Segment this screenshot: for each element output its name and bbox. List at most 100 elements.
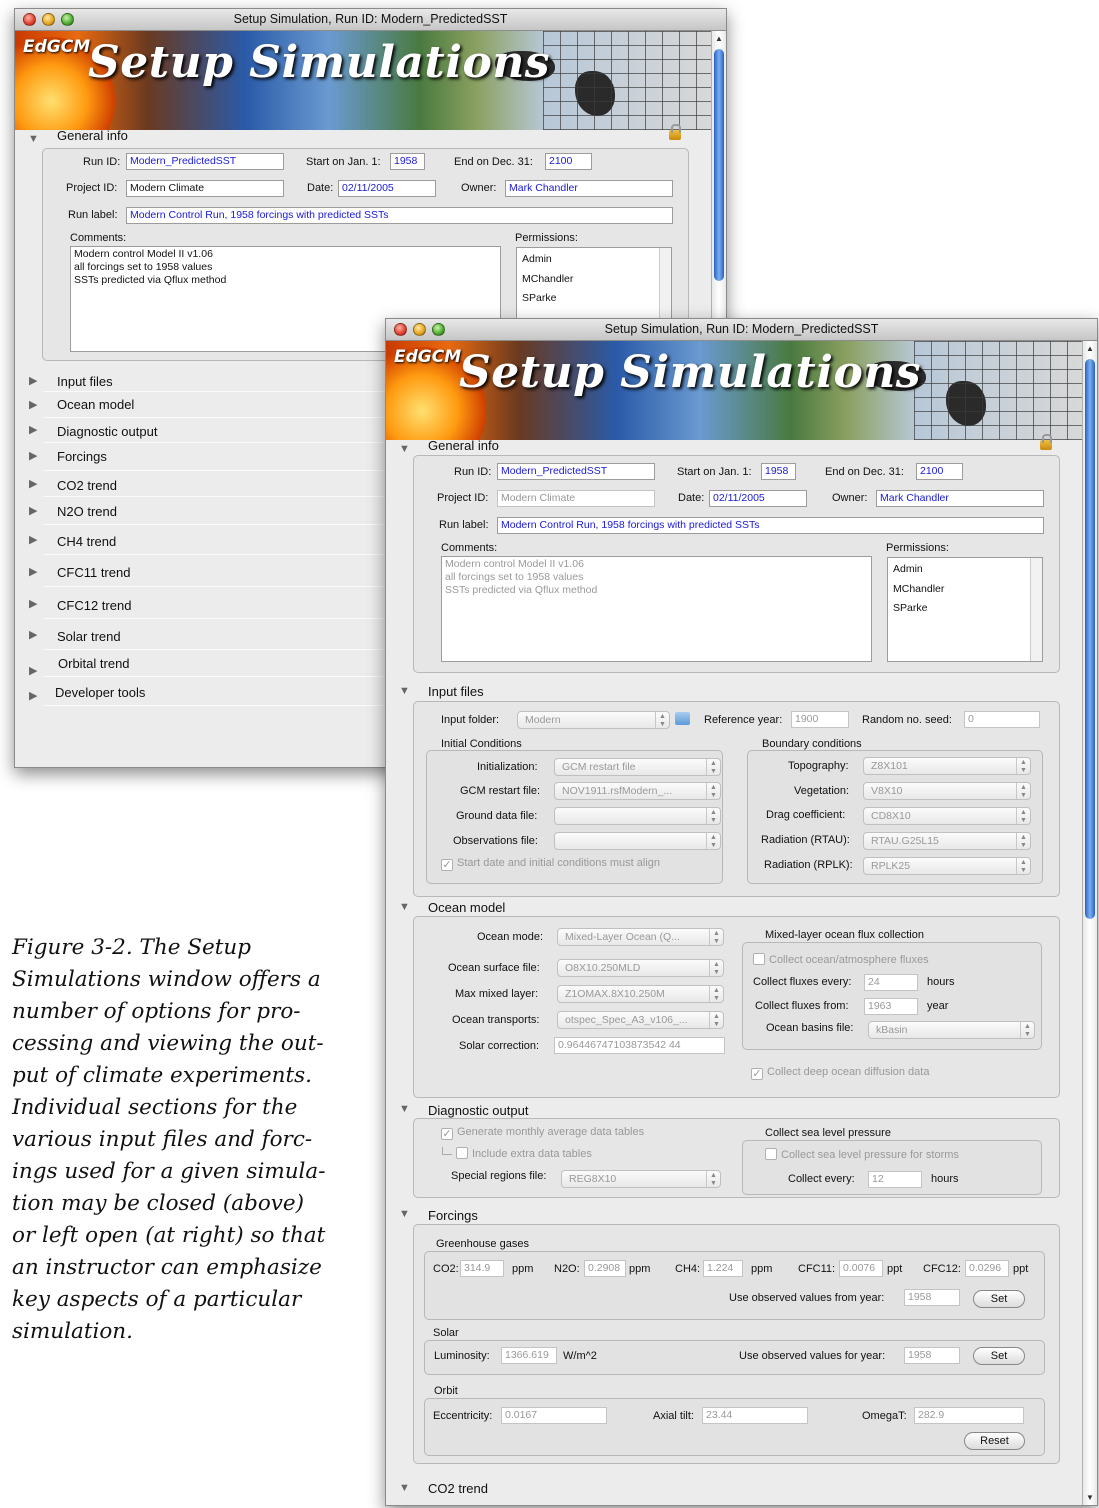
disclosure-open-icon[interactable]: ▼ [399, 901, 410, 913]
initialization-select[interactable]: GCM restart file ▲ ▼ [554, 758, 721, 776]
disclosure-open-icon[interactable]: ▼ [399, 1103, 410, 1115]
input-folder-select[interactable]: Modern ▲ ▼ [517, 711, 670, 729]
reference-year-field[interactable]: 1900 [791, 711, 849, 728]
lock-icon[interactable] [669, 124, 681, 140]
owner-field[interactable]: Mark Chandler [876, 490, 1044, 507]
lock-icon[interactable] [1040, 434, 1052, 450]
solar-correction-field[interactable]: 0.96446747103873542 44 [554, 1037, 725, 1054]
end-year-field[interactable]: 2100 [916, 463, 963, 480]
scroll-up-icon[interactable]: ▲ [715, 34, 723, 43]
disclosure-closed-icon[interactable]: ▶ [29, 628, 37, 641]
ocean-mode-select[interactable]: Mixed-Layer Ocean (Q... ▲ ▼ [557, 928, 724, 946]
vegetation-select[interactable]: V8X10 ▲ ▼ [863, 782, 1031, 800]
rplk-select[interactable]: RPLK25 ▲ ▼ [863, 857, 1031, 875]
disclosure-closed-icon[interactable]: ▶ [29, 398, 37, 411]
zoom-button[interactable] [432, 323, 445, 336]
start-year-field[interactable]: 1958 [761, 463, 796, 480]
section-general-info[interactable]: General info [428, 438, 499, 453]
section-diagnostic-output[interactable]: Diagnostic output [428, 1103, 528, 1118]
ocean-transports-select[interactable]: otspec_Spec_A3_v106_... ▲ ▼ [557, 1011, 724, 1029]
solar-observed-year-field[interactable]: 1958 [904, 1347, 960, 1364]
close-button[interactable] [23, 13, 36, 26]
deep-ocean-checkbox[interactable]: ✓ Collect deep ocean diffusion data [751, 1066, 929, 1080]
run-id-field[interactable]: Modern_PredictedSST [497, 463, 655, 480]
disclosure-closed-icon[interactable]: ▶ [29, 664, 37, 677]
special-regions-select[interactable]: REG8X10 ▲ ▼ [561, 1170, 721, 1188]
section-orbital-trend[interactable]: Orbital trend [58, 656, 130, 671]
run-id-field[interactable]: Modern_PredictedSST [126, 153, 284, 170]
scroll-thumb[interactable] [714, 49, 724, 281]
end-year-field[interactable]: 2100 [545, 153, 592, 170]
minimize-button[interactable] [42, 13, 55, 26]
ghg-set-button[interactable]: Set [973, 1290, 1025, 1308]
disclosure-closed-icon[interactable]: ▶ [29, 533, 37, 546]
title-bar[interactable]: Setup Simulation, Run ID: Modern_Predict… [15, 9, 726, 31]
ground-data-select[interactable]: ▲ ▼ [554, 807, 721, 825]
reset-button[interactable]: Reset [964, 1432, 1025, 1450]
vertical-scrollbar[interactable]: ▲ ▼ [1082, 341, 1097, 1505]
disclosure-closed-icon[interactable]: ▶ [29, 689, 37, 702]
section-input-files[interactable]: Input files [428, 684, 484, 699]
project-id-field[interactable]: Modern Climate [497, 490, 655, 507]
ghg-observed-year-field[interactable]: 1958 [904, 1289, 960, 1306]
extra-tables-checkbox[interactable]: Include extra data tables [442, 1147, 592, 1160]
disclosure-closed-icon[interactable]: ▶ [29, 504, 37, 517]
project-id-field[interactable]: Modern Climate [126, 180, 284, 197]
monthly-tables-checkbox[interactable]: ✓ Generate monthly average data tables [441, 1126, 644, 1140]
ocean-basins-select[interactable]: kBasin ▲ ▼ [868, 1021, 1035, 1039]
scroll-down-icon[interactable]: ▼ [1086, 1493, 1094, 1502]
random-seed-field[interactable]: 0 [964, 711, 1040, 728]
topography-select[interactable]: Z8X101 ▲ ▼ [863, 757, 1031, 775]
section-ocean-model[interactable]: Ocean model [57, 397, 134, 412]
disclosure-closed-icon[interactable]: ▶ [29, 449, 37, 462]
section-general-info[interactable]: General info [57, 128, 128, 143]
disclosure-open-icon[interactable]: ▼ [28, 133, 39, 145]
axial-tilt-field[interactable]: 23.44 [702, 1407, 808, 1424]
max-mixed-layer-select[interactable]: Z1OMAX.8X10.250M ▲ ▼ [557, 985, 724, 1003]
align-checkbox[interactable]: ✓ Start date and initial conditions must … [441, 857, 660, 871]
section-n2o-trend[interactable]: N2O trend [57, 504, 117, 519]
omega-field[interactable]: 282.9 [914, 1407, 1024, 1424]
section-ch4-trend[interactable]: CH4 trend [57, 534, 116, 549]
section-co2-trend[interactable]: CO2 trend [428, 1481, 488, 1496]
disclosure-open-icon[interactable]: ▼ [399, 1482, 410, 1494]
permission-item[interactable]: SParke [522, 289, 666, 309]
run-label-field[interactable]: Modern Control Run, 1958 forcings with p… [126, 207, 673, 224]
scroll-up-icon[interactable]: ▲ [1086, 344, 1094, 353]
ocean-surface-select[interactable]: O8X10.250MLD ▲ ▼ [557, 959, 724, 977]
date-field[interactable]: 02/11/2005 [709, 490, 807, 507]
permissions-list[interactable]: Admin MChandler SParke [887, 557, 1043, 662]
folder-icon[interactable] [675, 712, 690, 725]
cfc12-field[interactable]: 0.0296 [965, 1260, 1009, 1277]
section-input-files[interactable]: Input files [57, 374, 113, 389]
permission-item[interactable]: SParke [893, 599, 1037, 619]
disclosure-closed-icon[interactable]: ▶ [29, 423, 37, 436]
storms-checkbox[interactable]: Collect sea level pressure for storms [765, 1148, 959, 1161]
date-field[interactable]: 02/11/2005 [338, 180, 436, 197]
section-cfc11-trend[interactable]: CFC11 trend [57, 565, 130, 580]
title-bar[interactable]: Setup Simulation, Run ID: Modern_Predict… [386, 319, 1097, 341]
disclosure-closed-icon[interactable]: ▶ [29, 565, 37, 578]
slp-every-field[interactable]: 12 [868, 1171, 922, 1188]
disclosure-closed-icon[interactable]: ▶ [29, 374, 37, 387]
ch4-field[interactable]: 1.224 [703, 1260, 743, 1277]
permission-item[interactable]: Admin [522, 250, 666, 270]
section-solar-trend[interactable]: Solar trend [57, 629, 121, 644]
solar-set-button[interactable]: Set [973, 1347, 1025, 1365]
permission-item[interactable]: MChandler [893, 580, 1037, 600]
disclosure-closed-icon[interactable]: ▶ [29, 477, 37, 490]
drag-coefficient-select[interactable]: CD8X10 ▲ ▼ [863, 807, 1031, 825]
n2o-field[interactable]: 0.2908 [584, 1260, 626, 1277]
start-year-field[interactable]: 1958 [390, 153, 425, 170]
section-developer-tools[interactable]: Developer tools [55, 685, 145, 700]
section-ocean-model[interactable]: Ocean model [428, 900, 505, 915]
section-forcings[interactable]: Forcings [428, 1208, 478, 1223]
close-button[interactable] [394, 323, 407, 336]
fluxes-from-field[interactable]: 1963 [864, 998, 918, 1015]
disclosure-open-icon[interactable]: ▼ [399, 443, 410, 455]
scroll-thumb[interactable] [1085, 359, 1095, 919]
eccentricity-field[interactable]: 0.0167 [501, 1407, 607, 1424]
section-cfc12-trend[interactable]: CFC12 trend [57, 598, 131, 613]
section-diagnostic-output[interactable]: Diagnostic output [57, 424, 157, 439]
disclosure-closed-icon[interactable]: ▶ [29, 597, 37, 610]
